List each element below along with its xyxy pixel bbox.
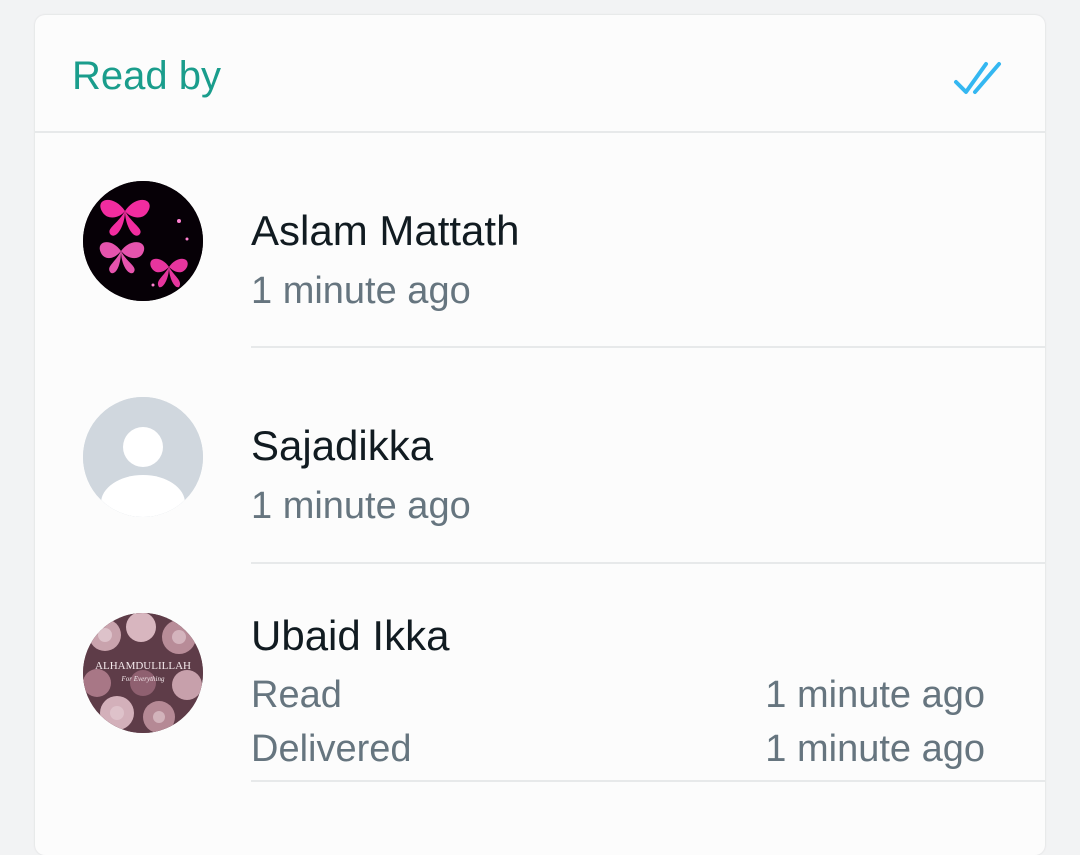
read-time: 1 minute ago — [765, 674, 985, 716]
contact-name: Ubaid Ikka — [251, 612, 450, 659]
read-receipts-card: Read by Aslam Mattath 1 minute ago Sajad… — [35, 15, 1045, 855]
contact-name: Aslam Mattath — [251, 207, 520, 254]
butterfly-avatar[interactable] — [83, 181, 203, 301]
receipt-row-sajadikka[interactable]: Sajadikka 1 minute ago — [35, 348, 1045, 564]
read-label: Read — [251, 674, 342, 716]
receipt-row-aslam[interactable]: Aslam Mattath 1 minute ago — [35, 133, 1045, 348]
double-check-icon — [954, 62, 1001, 94]
card-header: Read by — [35, 15, 1045, 133]
avatar-caption: ALHAMDULILLAH — [95, 660, 191, 672]
delivered-time: 1 minute ago — [765, 728, 985, 770]
default-person-avatar[interactable] — [83, 397, 203, 517]
contact-name: Sajadikka — [251, 422, 434, 469]
avatar-subcaption: For Everything — [121, 675, 165, 683]
receipt-time: 1 minute ago — [251, 485, 471, 527]
delivered-label: Delivered — [251, 728, 412, 770]
receipt-row-ubaid[interactable]: ALHAMDULILLAH For Everything Ubaid Ikka … — [35, 564, 1045, 784]
person-icon — [83, 397, 203, 517]
read-by-title: Read by — [72, 54, 221, 98]
row-divider — [251, 780, 1045, 782]
butterfly-image — [83, 181, 203, 301]
receipt-time: 1 minute ago — [251, 270, 471, 312]
roses-avatar[interactable]: ALHAMDULILLAH For Everything — [83, 613, 203, 733]
roses-image: ALHAMDULILLAH For Everything — [83, 613, 203, 733]
